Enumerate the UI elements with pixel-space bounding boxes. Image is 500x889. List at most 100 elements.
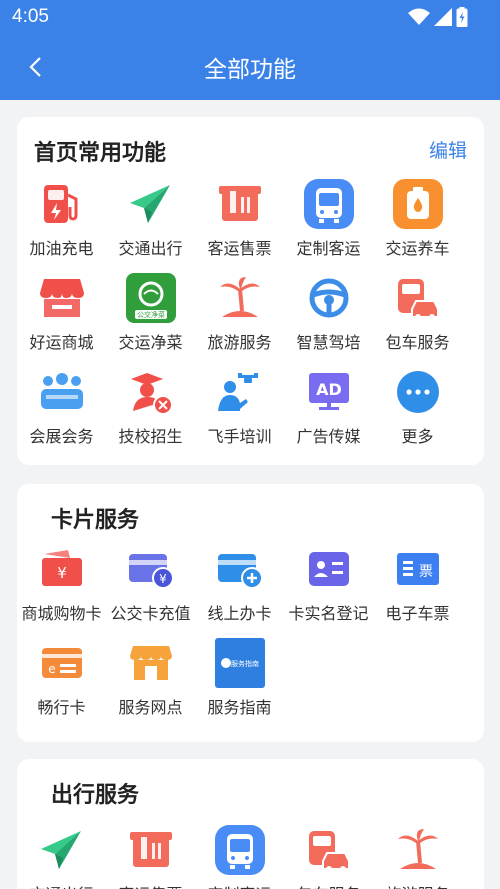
wifi-icon — [408, 8, 430, 25]
item-label: 线上办卡 — [207, 604, 272, 623]
section-title: 首页常用功能 — [34, 141, 167, 166]
service-outlet-icon — [126, 638, 176, 688]
item-label: 服务指南 — [207, 698, 272, 717]
guide-text: 服务指南 — [231, 659, 259, 668]
oil-can-icon — [392, 179, 443, 229]
item-label: 包车服务 — [296, 881, 360, 889]
item-fuel-charge[interactable]: 加油充电 — [17, 179, 106, 273]
item-bus-card-recharge[interactable]: ¥ 公交卡充值 — [106, 544, 195, 638]
fuel-pump-icon — [37, 179, 87, 229]
travel-services-card: 出行服务 交通出行 客运售票 定制客运 — [17, 759, 484, 889]
bus-icon — [303, 179, 354, 229]
shop-icon — [37, 273, 87, 323]
ticket-icon — [215, 179, 265, 229]
function-grid: 加油充电 交通出行 客运售票 定制客运 交运养车 好运商城 公交净菜 交运净菜 … — [17, 179, 484, 461]
item-label: 智慧驾培 — [296, 333, 361, 352]
item-exhibition[interactable]: 会展会务 — [17, 367, 106, 461]
item-transport[interactable]: 交通出行 — [17, 825, 106, 889]
ticket-icon — [126, 825, 176, 875]
item-label: 飞手培训 — [207, 427, 272, 446]
battery-icon — [456, 7, 468, 27]
item-label: 定制客运 — [296, 239, 361, 258]
car-rental-icon — [304, 825, 354, 875]
paper-plane-icon — [126, 179, 176, 229]
home-functions-card: 首页常用功能 编辑 加油充电 交通出行 客运售票 定制客运 交运养车 好运商城 … — [17, 117, 484, 465]
item-ticketing[interactable]: 客运售票 — [106, 825, 195, 889]
item-label: 好运商城 — [29, 333, 94, 352]
item-label: 电子车票 — [385, 604, 450, 623]
item-label: 旅游服务 — [385, 881, 449, 889]
logo-text: 公交净菜 — [137, 310, 165, 319]
vegetable-logo-icon: 公交净菜 — [125, 273, 176, 323]
item-label: 交通出行 — [29, 881, 93, 889]
edit-button[interactable]: 编辑 — [429, 136, 467, 163]
paper-plane-icon — [37, 825, 87, 875]
more-dots-icon — [393, 367, 443, 417]
item-charter[interactable]: 包车服务 — [284, 825, 373, 889]
item-label: 交通出行 — [118, 239, 183, 258]
svg-text:¥: ¥ — [159, 572, 167, 586]
item-service-guide[interactable]: 服务指南 服务指南 — [195, 638, 284, 732]
item-car-care[interactable]: 交运养车 — [373, 179, 462, 273]
page-title: 全部功能 — [204, 57, 296, 83]
item-label: 交运养车 — [385, 239, 450, 258]
item-label: 会展会务 — [29, 427, 94, 446]
item-transport[interactable]: 交通出行 — [106, 179, 195, 273]
item-label: 旅游服务 — [207, 333, 272, 352]
item-advertising[interactable]: AD 广告传媒 — [284, 367, 373, 461]
item-drone-training[interactable]: 飞手培训 — [195, 367, 284, 461]
svg-text:e: e — [48, 662, 55, 676]
ad-monitor-icon: AD — [304, 367, 354, 417]
item-label: 交运净菜 — [118, 333, 183, 352]
e-ticket-text: 票 — [419, 564, 433, 580]
card-add-icon — [215, 544, 265, 594]
status-time: 4:05 — [12, 6, 49, 27]
status-icons — [408, 7, 468, 27]
signal-icon — [434, 8, 452, 26]
item-driving-training[interactable]: 智慧驾培 — [284, 273, 373, 367]
card-header: 出行服务 — [17, 759, 484, 819]
card-services-card: 卡片服务 ¥ 商城购物卡 ¥ 公交卡充值 线上办卡 卡实名登记 票 电子车票 e… — [17, 484, 484, 742]
item-realname-register[interactable]: 卡实名登记 — [284, 544, 373, 638]
meeting-icon — [37, 367, 87, 417]
card-recharge-icon: ¥ — [126, 544, 176, 594]
item-shopping-card[interactable]: ¥ 商城购物卡 — [17, 544, 106, 638]
item-label: 包车服务 — [385, 333, 450, 352]
item-custom-bus[interactable]: 定制客运 — [284, 179, 373, 273]
yen-wallet-icon: ¥ — [37, 544, 87, 594]
service-guide-icon: 服务指南 — [214, 638, 265, 688]
item-tourism[interactable]: 旅游服务 — [373, 825, 462, 889]
palm-island-icon — [393, 825, 443, 875]
item-e-ticket[interactable]: 票 电子车票 — [373, 544, 462, 638]
steering-wheel-icon — [304, 273, 354, 323]
e-card-icon: e — [37, 638, 87, 688]
svg-text:AD: AD — [316, 380, 342, 399]
item-label: 定制客运 — [207, 881, 271, 889]
item-label: 广告传媒 — [296, 427, 361, 446]
e-ticket-icon: 票 — [393, 544, 443, 594]
item-ticketing[interactable]: 客运售票 — [195, 179, 284, 273]
item-service-outlets[interactable]: 服务网点 — [106, 638, 195, 732]
item-more[interactable]: 更多 — [373, 367, 462, 461]
graduate-tools-icon — [126, 367, 176, 417]
app-header: 4:05 全部功能 — [0, 0, 500, 100]
status-bar: 4:05 — [0, 0, 500, 34]
svg-text:¥: ¥ — [57, 564, 67, 582]
item-tourism[interactable]: 旅游服务 — [195, 273, 284, 367]
item-label: 卡实名登记 — [288, 604, 369, 623]
item-mall[interactable]: 好运商城 — [17, 273, 106, 367]
item-custom-bus[interactable]: 定制客运 — [195, 825, 284, 889]
card-header: 首页常用功能 编辑 — [17, 117, 484, 177]
palm-island-icon — [215, 273, 265, 323]
item-label: 客运售票 — [207, 239, 272, 258]
section-title: 卡片服务 — [51, 508, 140, 533]
item-label: 客运售票 — [118, 881, 182, 889]
item-pass-card[interactable]: e 畅行卡 — [17, 638, 106, 732]
item-online-card[interactable]: 线上办卡 — [195, 544, 284, 638]
item-school-enroll[interactable]: 技校招生 — [106, 367, 195, 461]
item-charter[interactable]: 包车服务 — [373, 273, 462, 367]
item-label: 商城购物卡 — [21, 604, 102, 623]
item-label: 加油充电 — [29, 239, 94, 258]
item-label: 更多 — [401, 427, 434, 446]
item-vegetable[interactable]: 公交净菜 交运净菜 — [106, 273, 195, 367]
